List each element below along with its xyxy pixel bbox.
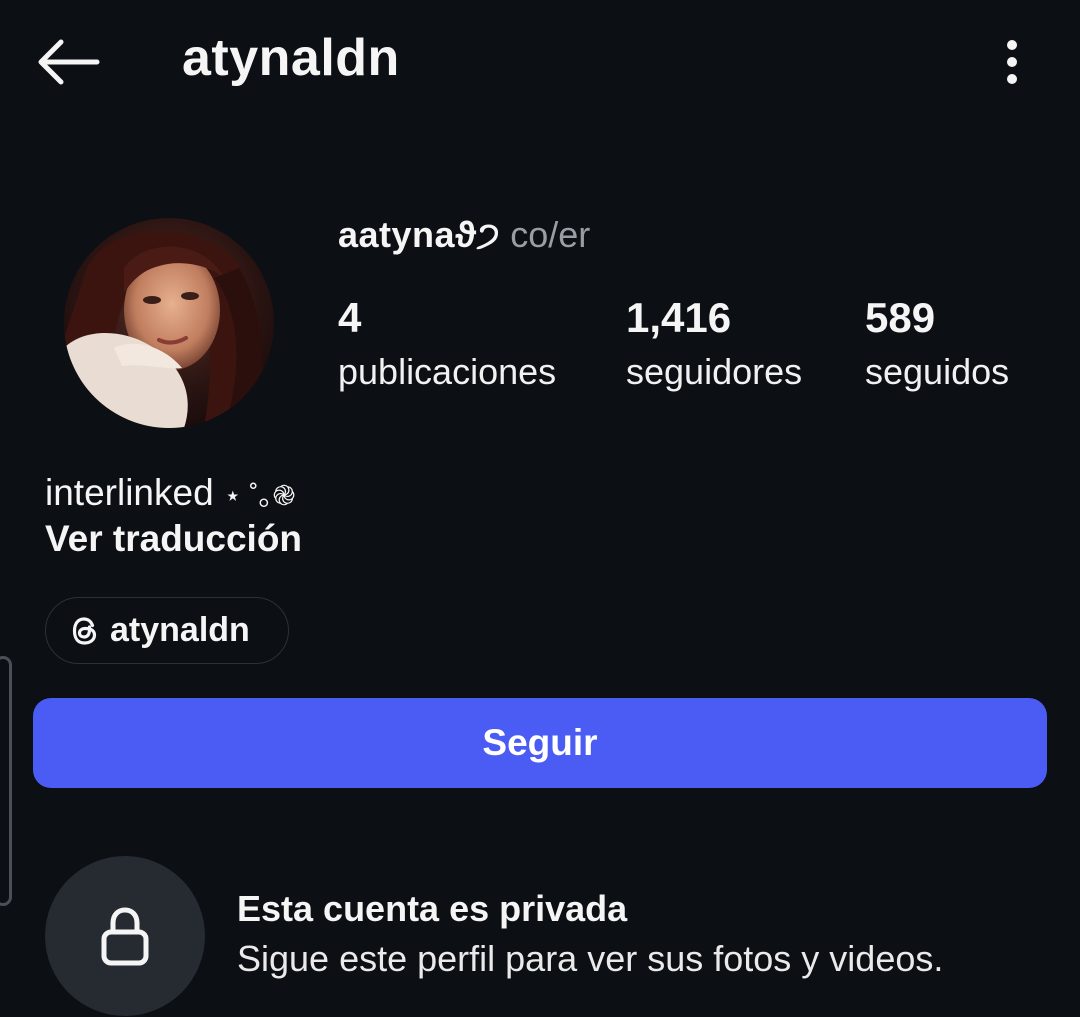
threads-icon xyxy=(72,616,97,645)
private-account-title: Esta cuenta es privada xyxy=(237,888,628,929)
following-count[interactable]: 589 seguidos xyxy=(865,292,1009,400)
following-count-value: 589 xyxy=(865,294,936,341)
followers-count-value: 1,416 xyxy=(626,294,732,341)
bio-text: interlinked xyxy=(45,472,214,513)
follow-button[interactable]: Seguir xyxy=(33,698,1047,788)
followers-count[interactable]: 1,416 seguidores xyxy=(626,292,802,400)
posts-count-value: 4 xyxy=(338,294,362,341)
vertical-ellipsis-icon xyxy=(1007,40,1017,84)
lock-icon xyxy=(101,907,149,966)
private-account-subtitle: Sigue este perfil para ver sus fotos y v… xyxy=(237,938,944,979)
lock-badge xyxy=(45,856,205,1016)
edge-panel-handle[interactable] xyxy=(0,656,12,906)
profile-photo xyxy=(64,218,274,428)
page-title: atynaldn xyxy=(182,29,400,87)
pronouns: co/er xyxy=(510,214,591,255)
see-translation-link[interactable]: Ver traducción xyxy=(45,518,302,560)
arrow-left-icon xyxy=(38,39,100,85)
profile-screen: atynaldn aatynaϑ੭ co/er 4 publicaciones … xyxy=(0,0,1080,1017)
threads-username: atynaldn xyxy=(110,611,250,649)
display-name: aatynaϑ੭ xyxy=(338,214,501,255)
following-count-label: seguidos xyxy=(865,351,1010,392)
threads-profile-link[interactable]: atynaldn xyxy=(45,597,289,664)
bio-decoration: ⋆ ˚｡֎ xyxy=(223,480,296,511)
bio: interlinked ⋆ ˚｡֎ xyxy=(45,470,295,519)
posts-count-label: publicaciones xyxy=(338,351,557,392)
more-options-button[interactable] xyxy=(988,34,1036,90)
posts-count: 4 publicaciones xyxy=(338,292,556,400)
display-name-row: aatynaϑ੭ co/er xyxy=(338,214,590,257)
followers-count-label: seguidores xyxy=(626,351,803,392)
avatar[interactable] xyxy=(64,218,274,428)
back-button[interactable] xyxy=(30,30,106,94)
